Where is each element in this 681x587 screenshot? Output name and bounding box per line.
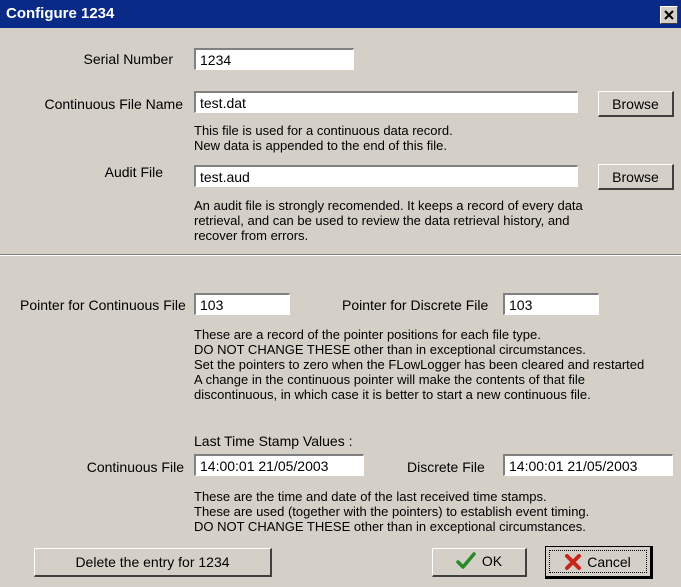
serial-number-field[interactable] xyxy=(194,48,354,70)
note-line: New data is appended to the end of this … xyxy=(194,138,447,153)
note-line: discontinuous, in which case it is bette… xyxy=(194,387,591,402)
focus-rectangle: Cancel xyxy=(549,550,647,573)
note-line: retrieval, and can be used to review the… xyxy=(194,213,570,228)
continuous-browse-button[interactable]: Browse xyxy=(598,91,674,117)
note-line: An audit file is strongly recomended. It… xyxy=(194,198,583,213)
pointer-discrete-label: Pointer for Discrete File xyxy=(342,297,489,313)
note-line: DO NOT CHANGE THESE other than in except… xyxy=(194,519,586,534)
section-divider xyxy=(0,254,681,256)
note-line: A change in the continuous pointer will … xyxy=(194,372,585,387)
continuous-file-note: This file is used for a continuous data … xyxy=(194,123,453,153)
continuous-file-name-field[interactable] xyxy=(194,91,578,113)
continuous-file-name-label: Continuous File Name xyxy=(44,96,183,112)
timestamp-discrete-label: Discrete File xyxy=(407,459,485,475)
audit-file-note: An audit file is strongly recomended. It… xyxy=(194,198,583,243)
audit-file-field[interactable] xyxy=(194,165,578,187)
close-icon xyxy=(664,10,674,20)
pointer-continuous-label: Pointer for Continuous File xyxy=(20,297,186,313)
pointers-note: These are a record of the pointer positi… xyxy=(194,327,644,402)
last-timestamp-heading: Last Time Stamp Values : xyxy=(194,433,353,449)
audit-browse-button[interactable]: Browse xyxy=(598,164,674,190)
audit-file-label: Audit File xyxy=(104,164,163,180)
configure-dialog: Configure 1234 Serial Number Continuous … xyxy=(0,0,681,587)
ok-label: OK xyxy=(481,552,503,569)
note-line: DO NOT CHANGE THESE other than in except… xyxy=(194,342,586,357)
timestamp-continuous-label: Continuous File xyxy=(86,459,184,475)
cancel-label: Cancel xyxy=(587,553,631,570)
timestamp-continuous-field[interactable] xyxy=(194,454,364,476)
window-title: Configure 1234 xyxy=(6,5,115,22)
delete-entry-button[interactable]: Delete the entry for 1234 xyxy=(34,548,272,577)
pointer-continuous-field[interactable] xyxy=(194,293,290,315)
note-line: These are the time and date of the last … xyxy=(194,489,547,504)
cancel-button[interactable]: Cancel xyxy=(545,546,653,579)
timestamp-discrete-field[interactable] xyxy=(503,454,673,476)
checkmark-icon xyxy=(456,551,476,569)
timestamps-note: These are the time and date of the last … xyxy=(194,489,589,534)
note-line: These are used (together with the pointe… xyxy=(194,504,590,519)
note-line: These are a record of the pointer positi… xyxy=(194,327,541,342)
serial-number-label: Serial Number xyxy=(83,51,173,67)
x-mark-icon xyxy=(565,553,582,570)
ok-button[interactable]: OK xyxy=(432,548,527,577)
pointer-discrete-field[interactable] xyxy=(503,293,599,315)
note-line: Set the pointers to zero when the FLowLo… xyxy=(194,357,645,372)
close-button[interactable] xyxy=(660,6,678,24)
title-bar[interactable]: Configure 1234 xyxy=(0,0,681,28)
note-line: recover from errors. xyxy=(194,228,309,243)
note-line: This file is used for a continuous data … xyxy=(194,123,453,138)
